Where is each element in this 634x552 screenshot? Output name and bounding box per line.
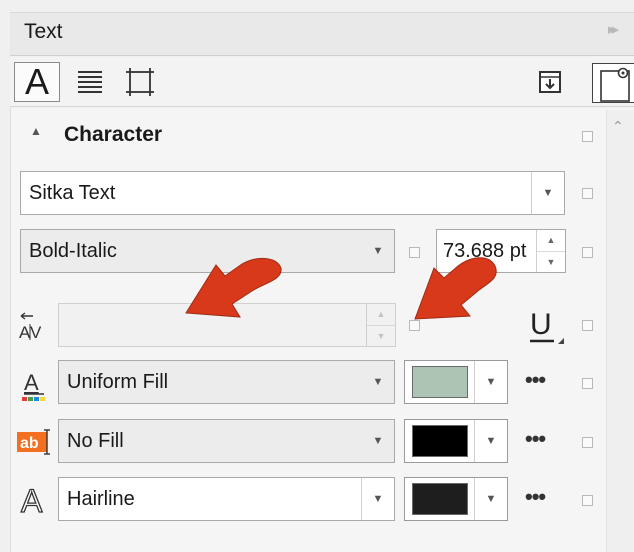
annotation-arrow-right [414,257,497,320]
annotation-overlay [185,257,497,320]
annotation-arrow-left [185,258,282,318]
